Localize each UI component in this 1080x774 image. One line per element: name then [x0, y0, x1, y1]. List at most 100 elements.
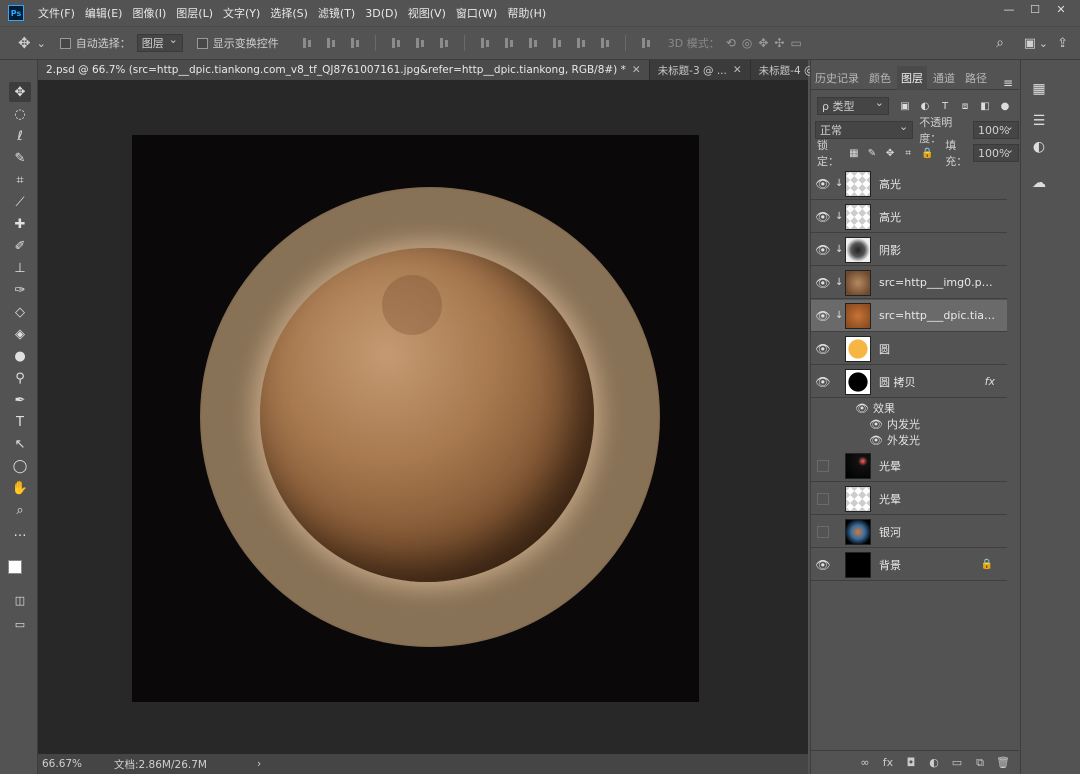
doc-tab[interactable]: 未标题-3 @ ... ✕ — [650, 60, 751, 80]
lock-position-icon[interactable]: ✥ — [885, 147, 895, 159]
lock-pixels-icon[interactable]: ✎ — [867, 147, 877, 159]
new-group-icon[interactable]: ▭ — [949, 755, 965, 771]
layer-row-selected[interactable]: 👁 ↓ src=http___dpic.tiank... — [811, 300, 1007, 332]
effect-outer-glow[interactable]: 👁 外发光 — [869, 432, 920, 448]
visibility-eye-icon[interactable]: 👁 — [811, 342, 835, 356]
lock-all-icon[interactable]: 🔒 — [921, 147, 933, 159]
visibility-eye-icon[interactable]: 👁 — [811, 210, 835, 224]
menu-image[interactable]: 图像(I) — [132, 5, 166, 21]
quick-mask-icon[interactable]: ◫ — [9, 590, 31, 610]
menu-view[interactable]: 视图(V) — [408, 5, 446, 21]
screen-mode-icon[interactable]: ▭ — [9, 614, 31, 634]
tab-history[interactable]: 历史记录 — [811, 66, 863, 90]
paint-bucket-tool-icon[interactable]: ◈ — [9, 324, 31, 344]
menu-help[interactable]: 帮助(H) — [507, 5, 546, 21]
doc-tab-active[interactable]: 2.psd @ 66.7% (src=http__dpic.tiankong.c… — [38, 60, 650, 80]
quick-select-tool-icon[interactable]: ✎ — [9, 148, 31, 168]
menu-filter[interactable]: 滤镜(T) — [318, 5, 355, 21]
auto-select-target-dropdown[interactable]: 图层 — [136, 33, 183, 52]
canvas-workspace[interactable] — [38, 80, 808, 754]
menu-3d[interactable]: 3D(D) — [365, 7, 398, 20]
filter-pixel-icon[interactable]: ▣ — [899, 100, 911, 112]
libraries-panel-icon[interactable]: ☁ — [1028, 172, 1050, 194]
layer-row[interactable]: 👁 圆 拷贝 fx — [811, 366, 1007, 398]
layer-filter-dropdown[interactable]: ρ 类型 — [817, 96, 889, 115]
pen-tool-icon[interactable]: ✒ — [9, 390, 31, 410]
show-transform-toggle[interactable]: 显示变换控件 — [196, 35, 279, 51]
tab-paths[interactable]: 路径 — [961, 66, 991, 90]
menu-type[interactable]: 文字(Y) — [223, 5, 260, 21]
layer-row[interactable]: 👁 ↓ 阴影 — [811, 234, 1007, 266]
adjustments-panel-icon[interactable]: ◐ — [1028, 136, 1050, 158]
eyedropper-tool-icon[interactable]: ⟋ — [9, 192, 31, 212]
tab-layers[interactable]: 图层 — [897, 65, 927, 90]
align-vcenter-icon[interactable] — [325, 37, 337, 49]
menu-layer[interactable]: 图层(L) — [176, 5, 213, 21]
layer-row[interactable]: 光晕 — [811, 450, 1007, 482]
distribute-hcenter-icon[interactable] — [575, 37, 587, 49]
new-adjustment-icon[interactable]: ◐ — [926, 755, 942, 771]
blur-tool-icon[interactable]: ● — [9, 346, 31, 366]
effect-eye-icon[interactable]: 👁 — [869, 434, 883, 447]
menu-edit[interactable]: 编辑(E) — [85, 5, 123, 21]
panel-menu-icon[interactable]: ≡ — [1003, 76, 1013, 90]
filter-smart-object-icon[interactable]: ◧ — [979, 100, 991, 112]
minimize-button[interactable]: — — [998, 2, 1020, 16]
align-bottom-icon[interactable] — [349, 37, 361, 49]
opacity-input[interactable]: 100% — [973, 120, 1019, 139]
auto-align-icon[interactable] — [640, 37, 652, 49]
align-right-icon[interactable] — [438, 37, 450, 49]
zoom-readout[interactable]: 66.67% — [42, 758, 106, 770]
tab-channels[interactable]: 通道 — [929, 66, 959, 90]
marquee-tool-icon[interactable]: ◌ — [9, 104, 31, 124]
3d-pan-icon[interactable]: ✥ — [758, 36, 768, 50]
effect-eye-icon[interactable]: 👁 — [869, 418, 883, 431]
maximize-button[interactable]: ☐ — [1024, 2, 1046, 16]
distribute-left-icon[interactable] — [551, 37, 563, 49]
share-icon[interactable]: ⇪ — [1057, 36, 1068, 51]
visibility-eye-icon[interactable]: 👁 — [811, 309, 835, 323]
menu-window[interactable]: 窗口(W) — [456, 5, 497, 21]
layer-row[interactable]: 银河 — [811, 516, 1007, 548]
workspace-icon[interactable]: ▣ — [1024, 36, 1036, 51]
visibility-eye-icon[interactable]: 👁 — [811, 243, 835, 257]
filter-type-icon[interactable]: T — [939, 100, 951, 112]
effect-eye-icon[interactable]: 👁 — [855, 402, 869, 415]
lock-transparent-icon[interactable]: ▦ — [849, 147, 859, 159]
lasso-tool-icon[interactable]: ℓ — [9, 126, 31, 146]
layer-row[interactable]: 光晕 — [811, 483, 1007, 515]
visibility-off-box[interactable] — [817, 525, 829, 538]
distribute-bottom-icon[interactable] — [527, 37, 539, 49]
auto-select-checkbox[interactable] — [59, 37, 71, 49]
visibility-eye-icon[interactable]: 👁 — [811, 375, 835, 389]
visibility-eye-icon[interactable]: 👁 — [811, 558, 835, 572]
link-layers-icon[interactable]: ∞ — [857, 755, 873, 771]
visibility-off-box[interactable] — [817, 492, 829, 505]
foreground-color-swatch[interactable] — [8, 560, 22, 574]
auto-select-toggle[interactable]: 自动选择： — [59, 35, 131, 51]
move-tool-icon[interactable]: ✥ — [18, 34, 31, 52]
delete-layer-icon[interactable]: 🗑 — [995, 755, 1011, 771]
layer-row[interactable]: 👁 ↓ 高光 — [811, 201, 1007, 233]
document-canvas[interactable] — [132, 135, 699, 702]
menu-file[interactable]: 文件(F) — [38, 5, 75, 21]
type-tool-icon[interactable]: T — [9, 412, 31, 432]
visibility-eye-icon[interactable]: 👁 — [811, 276, 835, 290]
crop-tool-icon[interactable]: ⌗ — [9, 170, 31, 190]
layer-row[interactable]: 👁↓ src=http___img0.pcon... — [811, 267, 1007, 299]
distribute-top-icon[interactable] — [479, 37, 491, 49]
layer-fx-icon[interactable]: fx — [985, 375, 995, 388]
tab-close-icon[interactable]: ✕ — [733, 64, 742, 76]
hand-tool-icon[interactable]: ✋ — [9, 478, 31, 498]
healing-brush-tool-icon[interactable]: ✚ — [9, 214, 31, 234]
filter-shape-icon[interactable]: ⧈ — [959, 100, 971, 112]
clone-stamp-tool-icon[interactable]: ⊥ — [9, 258, 31, 278]
distribute-right-icon[interactable] — [599, 37, 611, 49]
more-tools-icon[interactable]: … — [9, 522, 31, 542]
tab-color[interactable]: 颜色 — [865, 66, 895, 90]
filter-adjustment-icon[interactable]: ◐ — [919, 100, 931, 112]
workspace-chevron-icon[interactable]: ⌄ — [1039, 37, 1048, 50]
history-brush-tool-icon[interactable]: ✑ — [9, 280, 31, 300]
menu-select[interactable]: 选择(S) — [270, 5, 308, 21]
zoom-tool-icon[interactable]: ⌕ — [9, 500, 31, 520]
